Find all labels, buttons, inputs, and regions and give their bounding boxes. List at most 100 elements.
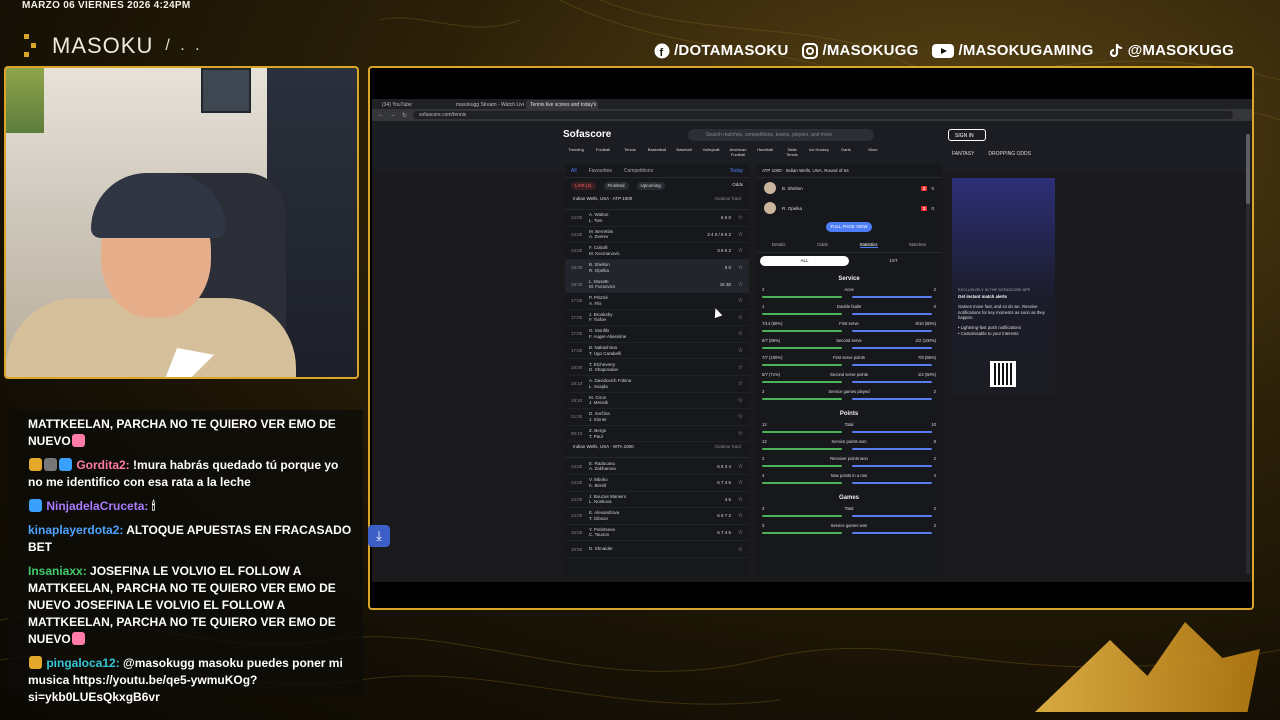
nav-item-active[interactable]: Tennis <box>620 147 640 157</box>
social-facebook: f /DOTAMASOKU <box>654 42 788 59</box>
favourite-star-icon[interactable]: ☆ <box>731 463 743 470</box>
match-row[interactable]: 15:50 D. Shnaider ☆ <box>565 541 749 558</box>
nav-item[interactable]: Handball <box>755 147 775 157</box>
stat-away: 0 <box>933 304 936 309</box>
match-row[interactable]: 18:00 B. Shelton R. Opelka 0 0 ☆ <box>565 259 749 277</box>
nav-item[interactable]: Basketball <box>647 147 667 157</box>
favourite-star-icon[interactable]: ☆ <box>731 479 743 486</box>
favourite-star-icon[interactable]: ☆ <box>731 430 743 437</box>
chat-username[interactable]: Gordita2: <box>76 458 129 472</box>
match-row[interactable]: 15:00 Y. Putintseva C. Tauson 6 7 4 6 ☆ <box>565 525 749 542</box>
seg-all[interactable]: ALL <box>760 256 849 266</box>
sofascore-logo[interactable]: Sofascore <box>563 129 611 140</box>
tab-details[interactable]: Details <box>772 242 786 248</box>
nav-item[interactable]: Volleyball <box>701 147 721 157</box>
tab-all[interactable]: All <box>571 168 577 174</box>
filter-live[interactable]: LIVE (2) <box>571 182 596 190</box>
nav-item[interactable]: More <box>863 147 883 157</box>
browser-tab-active[interactable]: Tennis live scores and today's <box>526 100 598 109</box>
match-row[interactable]: 14:00 A. Walton L. Tien 6 6 0 ☆ <box>565 210 749 227</box>
nav-item[interactable]: Football <box>593 147 613 157</box>
match-row[interactable]: 14:00 M. Berrettini A. Zverev 3 4 0 / 6 6 2… <box>565 227 749 244</box>
match-time: 00:10 <box>571 431 583 437</box>
match-row[interactable]: 18:00 L. Musetti M. Fucsovics 15 30 ☆ <box>565 276 749 293</box>
match-row[interactable]: 14:00 E. Raducanu A. Zakharova 6 6 3 4 ☆ <box>565 458 749 475</box>
favourite-star-icon[interactable]: ☆ <box>731 380 743 387</box>
chat-username[interactable]: NinjadelaCruceta: <box>46 499 148 513</box>
favourite-star-icon[interactable]: ☆ <box>731 529 743 536</box>
sign-in-button[interactable]: SIGN IN <box>948 129 986 141</box>
match-row[interactable]: 14:00 E. Alexandrova T. Gibson 6 6 7 2 ☆ <box>565 508 749 525</box>
search-input[interactable]: Search matches, competitions, teams, pla… <box>688 129 874 141</box>
favourite-star-icon[interactable]: ☆ <box>731 281 743 288</box>
nav-item[interactable]: Darts <box>836 147 856 157</box>
reload-icon[interactable]: ↻ <box>402 112 407 119</box>
back-icon[interactable]: ← <box>378 112 384 118</box>
social-instagram: /MASOKUGG <box>802 42 918 59</box>
favourite-star-icon[interactable]: ☆ <box>731 247 743 254</box>
fantasy-link[interactable]: FANTASY <box>952 151 974 157</box>
nav-item[interactable]: American Football <box>728 147 748 157</box>
match-row[interactable]: 18:00 T. Etcheverry D. Shapovalov ☆ <box>565 359 749 376</box>
match-row[interactable]: 17:00 B. Nakashima T. Ugo Carabelli ☆ <box>565 343 749 360</box>
stat-label: Service games won <box>830 523 868 528</box>
nav-item[interactable]: Baseball <box>674 147 694 157</box>
match-row[interactable]: 21:00 D. Svrčina J. Sinner ☆ <box>565 409 749 426</box>
chat-username[interactable]: pingaloca12: <box>46 656 119 670</box>
nav-item[interactable]: Ice Hockey <box>809 147 829 157</box>
favourite-star-icon[interactable]: ☆ <box>731 546 743 553</box>
match-players: V. Mboko K. Birrell <box>589 477 608 488</box>
match-row[interactable]: 17:00 G. Monfils F. Auger-Aliassime ☆ <box>565 326 749 343</box>
favourite-star-icon[interactable]: ☆ <box>731 347 743 354</box>
favourite-star-icon[interactable]: ☆ <box>731 397 743 404</box>
favourite-star-icon[interactable]: ☆ <box>731 413 743 420</box>
stat-bar-away <box>852 381 932 383</box>
favourite-star-icon[interactable]: ☆ <box>731 512 743 519</box>
match-row[interactable]: 17:00 P. Pritzné A. Fils ☆ <box>565 293 749 310</box>
download-icon[interactable]: ⤓ <box>368 525 390 547</box>
stat-bar-away <box>852 313 932 315</box>
match-players: L. Musetti M. Fucsovics <box>589 278 616 290</box>
tab-matches[interactable]: Matches <box>909 242 926 248</box>
match-row[interactable]: 00:10 Z. Bergs T. Paul ☆ <box>565 426 749 443</box>
qr-code-icon[interactable] <box>990 361 1016 387</box>
seg-1st[interactable]: 1ST <box>849 256 938 266</box>
match-time: 14:00 <box>571 480 583 486</box>
url-field[interactable]: sofascore.com/tennis <box>413 111 1234 119</box>
page-scrollbar[interactable] <box>1246 134 1250 574</box>
favourite-star-icon[interactable]: ☆ <box>731 214 743 221</box>
favourite-star-icon[interactable]: ☆ <box>731 364 743 371</box>
nav-item[interactable]: Table Tennis <box>782 147 802 157</box>
match-row[interactable]: 18:10 M. Giron J. Mensik ☆ <box>565 393 749 410</box>
full-page-view-button[interactable]: FULL PAGE VIEW <box>826 222 872 232</box>
tab-odds[interactable]: Odds <box>817 242 828 248</box>
browser-tab[interactable]: masokugg Stream - Watch Live <box>452 100 524 109</box>
tab-favourites[interactable]: Favourites <box>589 168 612 174</box>
favourite-star-icon[interactable]: ☆ <box>731 330 743 337</box>
tab-competitions[interactable]: Competitions <box>624 168 653 174</box>
match-row[interactable]: 14:00 F. Cobolli M. Kecmanovic 3 6 6 2 ☆ <box>565 243 749 260</box>
stat-away: 1/2 (50%) <box>917 372 936 377</box>
odds-toggle[interactable]: Odds <box>732 182 743 190</box>
filter-finished[interactable]: Finished <box>603 182 629 190</box>
date-picker[interactable]: Today <box>730 168 743 174</box>
chat-message: Gordita2: !mura habrás quedado tú porque… <box>28 458 339 489</box>
favourite-star-icon[interactable]: ☆ <box>731 264 743 271</box>
match-row[interactable]: 18:10 A. Davidovich Fokina L. Svajda ☆ <box>565 376 749 393</box>
match-row[interactable]: 14:00 V. Mboko K. Birrell 6 7 4 6 ☆ <box>565 475 749 492</box>
nav-item[interactable]: Trending <box>566 147 586 157</box>
chat-username[interactable]: Insaniaxx: <box>28 564 87 578</box>
chat-username[interactable]: kinaplayerdota2: <box>28 523 123 537</box>
filter-upcoming[interactable]: Upcoming <box>636 182 665 190</box>
header-links: FANTASY DROPPING ODDS <box>952 151 1031 157</box>
stat-label: Max points in a row <box>830 473 868 478</box>
favourite-star-icon[interactable]: ☆ <box>731 314 743 321</box>
tab-statistics[interactable]: Statistics <box>859 242 878 248</box>
match-row[interactable]: 14:00 J. Bouzas Maneiro L. Noskova 4 6 ☆ <box>565 492 749 509</box>
dropping-odds-link[interactable]: DROPPING ODDS <box>988 151 1031 157</box>
browser-tab[interactable]: (34) YouTube <box>378 100 450 109</box>
favourite-star-icon[interactable]: ☆ <box>731 496 743 503</box>
forward-icon[interactable]: → <box>390 112 396 118</box>
favourite-star-icon[interactable]: ☆ <box>731 231 743 238</box>
favourite-star-icon[interactable]: ☆ <box>731 297 743 304</box>
